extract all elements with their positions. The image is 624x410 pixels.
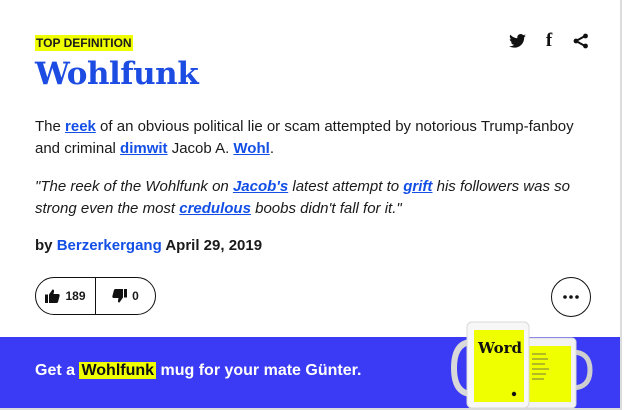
link-jacobs[interactable]: Jacob's: [233, 178, 288, 195]
ellipsis-icon: [563, 295, 579, 299]
link-wohl[interactable]: Wohl: [233, 140, 269, 157]
link-reek[interactable]: reek: [65, 118, 96, 135]
more-options-button[interactable]: [551, 277, 591, 317]
thumbs-up-button[interactable]: 189: [36, 278, 96, 314]
promo-pre: Get a: [35, 362, 80, 379]
facebook-icon[interactable]: f: [540, 31, 558, 50]
upvote-count: 189: [65, 289, 86, 303]
downvote-count: 0: [132, 289, 139, 303]
link-grift[interactable]: grift: [403, 178, 432, 195]
example-text: boobs didn't fall for it.": [250, 200, 402, 217]
example-text: "The reek of the Wohlfunk on: [35, 178, 233, 195]
thumbs-down-icon: [112, 289, 128, 303]
promo-post: mug for your mate Günter.: [156, 362, 362, 379]
promo-text: Get a Wohlfunk mug for your mate Günter.: [35, 362, 361, 380]
author-link[interactable]: Berzerkergang: [57, 237, 162, 254]
promo-word: Wohlfunk: [79, 362, 157, 379]
share-bar: f: [508, 31, 590, 50]
meaning-text: .: [269, 140, 274, 157]
mug-label: Word: [477, 339, 523, 357]
link-credulous[interactable]: credulous: [179, 200, 251, 217]
meaning-text: The: [35, 118, 66, 135]
meaning-text: Jacob A.: [167, 140, 234, 157]
thumbs-up-icon: [45, 289, 61, 303]
byline: by Berzerkergang April 29, 2019: [35, 237, 262, 254]
mug-image: Word: [450, 321, 593, 409]
share-icon[interactable]: [572, 32, 590, 50]
link-dimwit[interactable]: dimwit: [120, 140, 168, 157]
top-definition-badge: TOP DEFINITION: [35, 35, 133, 51]
twitter-icon[interactable]: [508, 32, 526, 50]
post-date: April 29, 2019: [161, 237, 263, 254]
word-title[interactable]: Wohlfunk: [35, 56, 199, 92]
byline-prefix: by: [35, 237, 57, 254]
vote-buttons: 189 0: [35, 277, 156, 315]
definition-example: "The reek of the Wohlfunk on Jacob's lat…: [35, 176, 595, 220]
example-text: latest attempt to: [288, 178, 404, 195]
thumbs-down-button[interactable]: 0: [96, 278, 155, 314]
definition-card: TOP DEFINITION f Wohlfunk The reek of an…: [0, 0, 622, 410]
meaning-text: of an obvious political lie or scam atte…: [35, 118, 574, 157]
definition-meaning: The reek of an obvious political lie or …: [35, 116, 595, 160]
